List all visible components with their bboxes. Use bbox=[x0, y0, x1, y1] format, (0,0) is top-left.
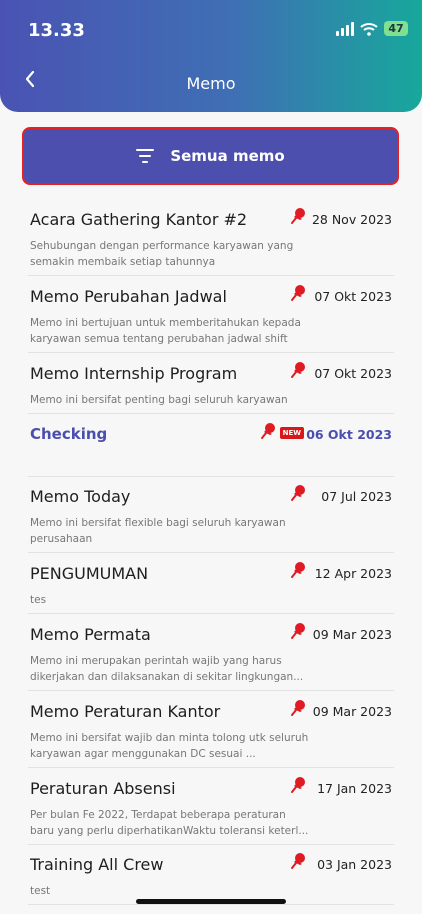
pin-icon bbox=[291, 208, 305, 224]
pin-icon bbox=[291, 777, 305, 793]
memo-date: 12 Apr 2023 bbox=[314, 566, 392, 581]
pin-icon bbox=[261, 423, 275, 439]
filter-icon bbox=[136, 149, 155, 163]
memo-list-item[interactable]: Peraturan Absensi 17 Jan 2023 Per bulan Fe… bbox=[28, 777, 394, 845]
memo-list-item[interactable]: Memo Internship Program 07 Okt 2023 Memo i… bbox=[28, 362, 394, 414]
new-badge: NEW bbox=[279, 427, 304, 439]
pin-icon bbox=[291, 485, 305, 501]
memo-list-item[interactable]: Training All Crew 03 Jan 2023 test bbox=[28, 853, 394, 905]
page-title: Memo bbox=[186, 74, 236, 93]
memo-title: PENGUMUMAN bbox=[30, 564, 149, 583]
memo-date: 07 Okt 2023 bbox=[314, 366, 392, 381]
filter-memo-button[interactable]: Semua memo bbox=[22, 127, 399, 185]
memo-description: tes bbox=[30, 594, 47, 606]
memo-list-item[interactable]: Memo Perubahan Jadwal 07 Okt 2023 Memo ini… bbox=[28, 285, 394, 353]
memo-title: Acara Gathering Kantor #2 bbox=[30, 210, 248, 229]
memo-title: Memo Permata bbox=[30, 625, 151, 644]
memo-list-item[interactable]: Checking 06 Okt 2023 NEW bbox=[28, 423, 394, 477]
memo-date: 07 Okt 2023 bbox=[314, 289, 392, 304]
memo-date: 17 Jan 2023 bbox=[317, 781, 392, 796]
memo-date: 28 Nov 2023 bbox=[311, 212, 392, 227]
memo-date: 07 Jul 2023 bbox=[321, 489, 392, 504]
memo-description: Memo ini bertujuan untuk memberitahukan … bbox=[30, 317, 301, 345]
memo-title: Training All Crew bbox=[30, 855, 164, 874]
memo-date: 09 Mar 2023 bbox=[312, 627, 392, 642]
pin-icon bbox=[291, 285, 305, 301]
pin-icon bbox=[291, 362, 305, 378]
filter-label: Semua memo bbox=[170, 147, 285, 165]
memo-list-item[interactable]: Memo Today 07 Jul 2023 Memo ini bersifat f… bbox=[28, 485, 394, 553]
memo-description: Per bulan Fe 2022, Terdapat beberapa per… bbox=[30, 809, 309, 837]
home-indicator bbox=[136, 899, 286, 904]
memo-title: Checking bbox=[30, 425, 108, 443]
memo-list-item[interactable]: PENGUMUMAN 12 Apr 2023 tes bbox=[28, 562, 394, 614]
pin-icon bbox=[291, 562, 305, 578]
pin-icon bbox=[291, 700, 305, 716]
memo-description: Sehubungan dengan performance karyawan y… bbox=[30, 240, 294, 268]
memo-description: Memo ini bersifat flexible bagi seluruh … bbox=[30, 517, 286, 545]
memo-title: Memo Internship Program bbox=[30, 364, 238, 383]
memo-date: 06 Okt 2023 bbox=[306, 427, 392, 442]
wifi-icon bbox=[360, 22, 378, 36]
memo-title: Memo Today bbox=[30, 487, 131, 506]
memo-date: 09 Mar 2023 bbox=[312, 704, 392, 719]
memo-description: Memo ini bersifat penting bagi seluruh k… bbox=[30, 394, 288, 406]
memo-title: Memo Perubahan Jadwal bbox=[30, 287, 227, 306]
battery-indicator: 47 bbox=[384, 21, 408, 36]
memo-description: Memo ini merupakan perintah wajib yang h… bbox=[30, 655, 304, 683]
pin-icon bbox=[291, 853, 305, 869]
memo-list-item[interactable]: Memo Peraturan Kantor 09 Mar 2023 Memo ini… bbox=[28, 700, 394, 768]
memo-list-item[interactable]: Acara Gathering Kantor #2 28 Nov 2023 Sehu… bbox=[28, 208, 394, 276]
memo-description: Memo ini bersifat wajib dan minta tolong… bbox=[30, 732, 309, 760]
memo-title: Memo Peraturan Kantor bbox=[30, 702, 221, 721]
app-header: 13.33 47 Memo bbox=[0, 0, 422, 112]
memo-title: Peraturan Absensi bbox=[30, 779, 176, 798]
status-icons: 47 bbox=[336, 21, 408, 36]
pin-icon bbox=[291, 623, 305, 639]
status-time: 13.33 bbox=[28, 20, 85, 41]
memo-date: 03 Jan 2023 bbox=[317, 857, 392, 872]
memo-list-item[interactable]: Memo Permata 09 Mar 2023 Memo ini merupaka… bbox=[28, 623, 394, 691]
memo-description: test bbox=[30, 885, 51, 897]
signal-icon bbox=[336, 21, 354, 36]
